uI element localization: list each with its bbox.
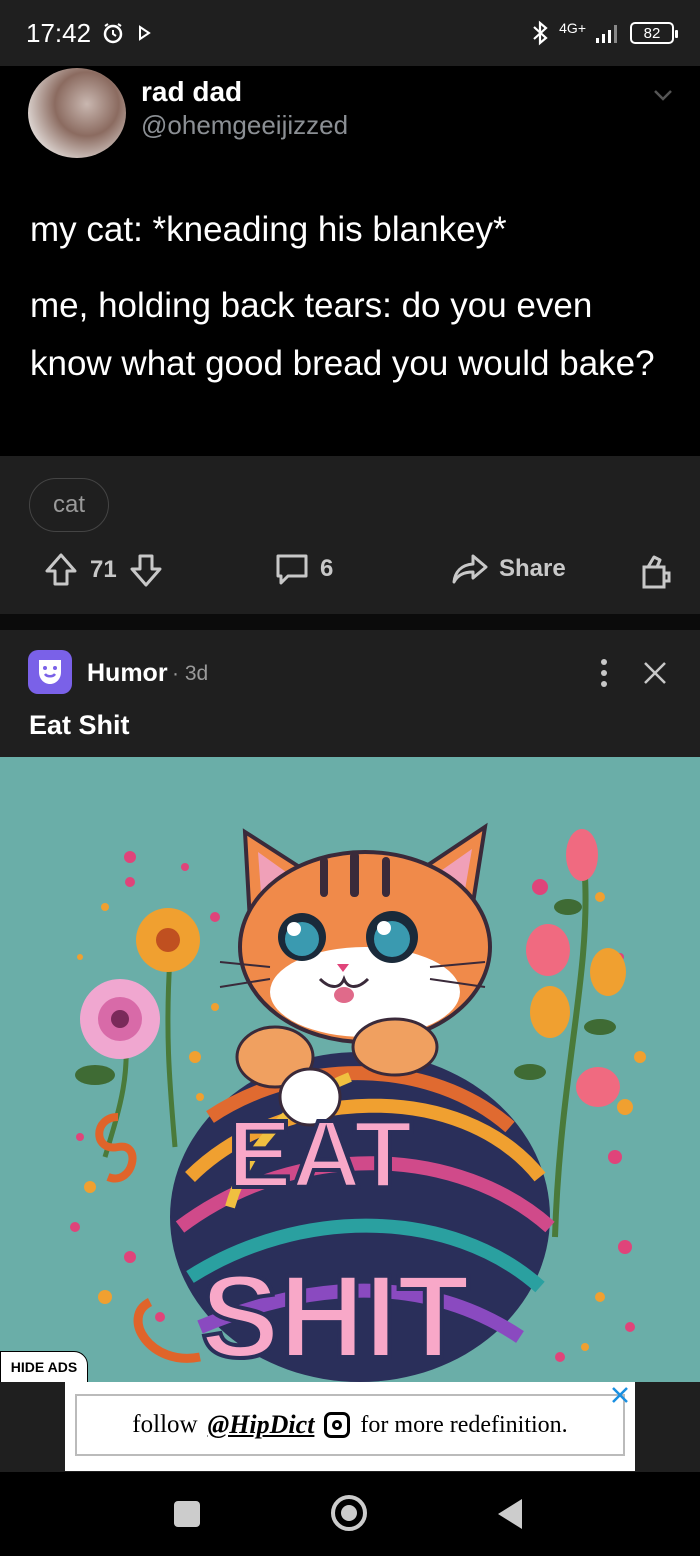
banner-ad[interactable]: follow @HipDict for more redefinition. [65,1382,635,1471]
art-text-eat: EAT [228,1101,413,1208]
battery-icon: 82 [630,22,678,44]
tweet-line-2: me, holding back tears: do you even know… [30,286,655,383]
community-icon[interactable] [28,650,72,694]
battery-level: 82 [643,24,661,42]
downvote-icon[interactable] [127,551,165,589]
cat-yarn-illustration: EAT SHIT [70,822,646,1382]
banner-content: follow @HipDict for more redefinition. [75,1394,625,1456]
share-button[interactable]: Share [451,551,566,587]
network-label: 4G+ [559,20,586,36]
hide-ads-button[interactable]: HIDE ADS [0,1351,88,1383]
left-flowers [75,908,200,1183]
alarm-icon [103,23,123,44]
post-actions: 71 6 Share [0,551,700,601]
vote-group: 71 [42,551,165,589]
tweet-author-handle: @ohemgeeijizzed [141,110,349,140]
mask-icon [39,660,61,684]
upvote-count: 71 [90,556,117,583]
ad-close-icon[interactable] [609,1384,631,1406]
age-value: 3d [184,662,209,685]
bluetooth-icon [533,20,548,46]
banner-tail: for more redefinition. [360,1411,568,1438]
post-separator [0,614,700,630]
art-text-shit: SHIT [201,1251,470,1382]
chevron-down-icon [654,90,672,101]
share-label: Share [499,555,566,582]
tweet-card: rad dad @ohemgeeijizzed my cat: *kneadin… [0,66,700,456]
status-bar: 17:42 4G+ 82 [0,0,700,66]
more-options-icon[interactable] [594,656,614,690]
instagram-icon [324,1412,351,1438]
upvote-icon[interactable] [42,551,80,589]
system-navbar [0,1472,700,1556]
award-icon[interactable] [636,551,674,591]
post-image[interactable]: EAT SHIT [0,757,700,1382]
flair-tag[interactable]: cat [29,478,109,532]
status-time: 17:42 [26,17,92,48]
age-separator: · [172,662,179,685]
share-icon [452,554,488,584]
promoted-post-header: Humor · 3d Eat Shit [0,630,700,757]
banner-handle: @HipDict [207,1410,315,1439]
signal-icon [596,25,617,43]
post-title[interactable]: Eat Shit [29,710,130,741]
play-icon [139,25,151,41]
post-footer: cat 71 6 Share [0,456,700,614]
comment-icon [276,554,308,585]
home-button[interactable] [331,1495,367,1531]
tweet-text: my cat: *kneading his blankey* me, holdi… [30,201,670,411]
close-icon[interactable] [642,660,668,686]
community-name[interactable]: Humor [87,659,168,688]
recent-apps-button[interactable] [174,1501,200,1527]
comments-button[interactable]: 6 [274,551,333,587]
banner-follow: follow [132,1411,198,1438]
post-age: · 3d [172,662,208,686]
back-button[interactable] [498,1499,522,1529]
avatar [28,68,126,158]
comment-count: 6 [320,555,334,582]
tweet-author-name: rad dad [141,76,243,107]
tweet-line-1: my cat: *kneading his blankey* [30,210,507,249]
